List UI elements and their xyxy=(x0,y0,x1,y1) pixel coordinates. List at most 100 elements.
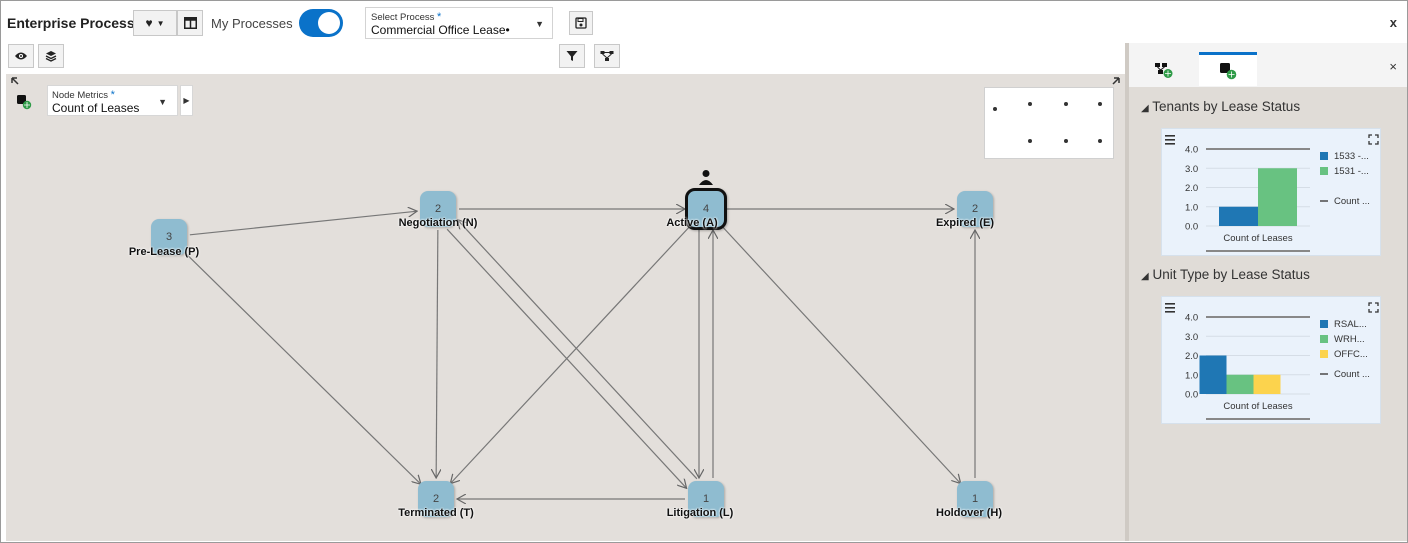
node-metrics-icon xyxy=(1220,62,1237,79)
bar-0[interactable] xyxy=(1199,355,1227,395)
minimap-dot xyxy=(1028,102,1032,106)
y-tick-label: 2.0 xyxy=(1185,183,1198,194)
favorites-button[interactable]: ♥ ▼ xyxy=(133,10,177,36)
legend-swatch xyxy=(1320,152,1328,160)
caret-down-icon: ▼ xyxy=(158,97,167,107)
edge-A-H[interactable] xyxy=(719,223,960,483)
graph-edges xyxy=(11,77,1120,541)
x-axis-label: Count of Leases xyxy=(1223,233,1292,244)
chevron-down-icon: ▼ xyxy=(156,18,165,28)
expand-corner-icon xyxy=(1112,77,1120,85)
minimap-dot xyxy=(1064,139,1068,143)
side-panel-close-button[interactable]: × xyxy=(1389,59,1397,74)
tab-node-metrics[interactable] xyxy=(1199,52,1257,86)
collapse-triangle-icon: ◢ xyxy=(1141,103,1149,114)
user-icon xyxy=(698,169,714,190)
diagram-button[interactable] xyxy=(594,44,620,68)
unit-type-chart[interactable]: 4.0 3.0 2.0 1.0 0.0 Count of Leases RSAL... WRH… xyxy=(1161,296,1381,424)
caret-right-icon: ▶ xyxy=(183,96,190,105)
eye-icon xyxy=(15,52,27,60)
edge-P-T[interactable] xyxy=(183,251,421,485)
collapse-corner-icon xyxy=(11,77,19,85)
layers-button[interactable] xyxy=(38,44,64,68)
diagram-icon xyxy=(600,51,614,61)
y-tick-label: 0.0 xyxy=(1185,390,1198,401)
node-label: Litigation (L) xyxy=(666,507,734,519)
caret-down-icon: ▼ xyxy=(535,19,544,29)
fullscreen-icon[interactable] xyxy=(1368,134,1379,145)
legend-label[interactable]: 1531 -... xyxy=(1334,166,1369,177)
my-processes-label: My Processes xyxy=(211,16,293,31)
view-button[interactable] xyxy=(8,44,34,68)
chart-menu-icon[interactable] xyxy=(1165,303,1175,313)
section-tenants-title[interactable]: ◢ Tenants by Lease Status xyxy=(1141,99,1300,114)
legend-swatch xyxy=(1320,335,1328,343)
bar-2[interactable] xyxy=(1253,374,1281,394)
y-tick-label: 2.0 xyxy=(1185,351,1198,362)
fullscreen-icon[interactable] xyxy=(1368,302,1379,313)
legend-line-label[interactable]: Count ... xyxy=(1334,196,1370,207)
node-label: Terminated (T) xyxy=(398,507,474,519)
legend-label[interactable]: OFFC... xyxy=(1334,349,1368,360)
graph-minimap[interactable] xyxy=(984,87,1114,159)
y-tick-label: 3.0 xyxy=(1185,164,1198,175)
process-select-label: Select Process xyxy=(371,12,435,23)
edge-L-N[interactable] xyxy=(457,220,698,480)
process-select-label-row: Select Process * xyxy=(371,11,441,23)
layout-button[interactable] xyxy=(177,10,203,36)
minimap-dot xyxy=(1028,139,1032,143)
node-label: Expired (E) xyxy=(935,217,995,229)
tab-process-metrics[interactable] xyxy=(1135,53,1193,87)
process-graph-canvas[interactable]: Node Metrics * Count of Leases ▼ ▶ 3 Pre… xyxy=(6,74,1125,541)
node-metrics-label: Node Metrics xyxy=(52,90,108,101)
legend-label[interactable]: RSAL... xyxy=(1334,319,1367,330)
node-metrics-select[interactable]: Node Metrics * Count of Leases ▼ xyxy=(47,85,178,116)
legend-line-label[interactable]: Count ... xyxy=(1334,369,1370,380)
node-metrics-value: Count of Leases xyxy=(52,101,140,115)
y-tick-label: 0.0 xyxy=(1185,222,1198,233)
header-bar: Enterprise Process ♥ ▼ My Processes Sele… xyxy=(1,1,1407,43)
bar-0[interactable] xyxy=(1219,206,1258,226)
metric-node-icon xyxy=(16,94,32,115)
edge-P-N[interactable] xyxy=(189,211,417,236)
edge-N-T[interactable] xyxy=(436,229,438,478)
save-button[interactable] xyxy=(569,11,593,35)
bar-chart-svg: 4.0 3.0 2.0 1.0 0.0 Count of Leases RSAL... WRH… xyxy=(1165,302,1379,420)
process-select[interactable]: Select Process * Commercial Office Lease… xyxy=(365,7,553,39)
columns-icon xyxy=(183,17,197,29)
side-panel: × ◢ Tenants by Lease Status 4.0 3.0 2.0 1.0… xyxy=(1125,43,1407,541)
legend-label[interactable]: 1533 -... xyxy=(1334,151,1369,162)
bar-1[interactable] xyxy=(1226,374,1254,394)
collapse-triangle-icon: ◢ xyxy=(1141,271,1149,282)
filter-button[interactable] xyxy=(559,44,585,68)
legend-swatch xyxy=(1320,350,1328,358)
y-tick-label: 1.0 xyxy=(1185,370,1198,381)
minimap-dot xyxy=(1098,139,1102,143)
toggle-knob xyxy=(318,12,340,34)
chart-menu-icon[interactable] xyxy=(1165,135,1175,145)
window-close-button[interactable]: x xyxy=(1390,15,1397,30)
bar-1[interactable] xyxy=(1258,168,1297,226)
required-marker: * xyxy=(437,11,442,23)
y-tick-label: 4.0 xyxy=(1185,145,1198,156)
node-label: Pre-Lease (P) xyxy=(128,246,200,258)
node-label: Negotiation (N) xyxy=(398,217,478,229)
section-title-text: Tenants by Lease Status xyxy=(1152,99,1301,114)
required-marker: * xyxy=(110,89,115,101)
y-tick-label: 1.0 xyxy=(1185,202,1198,213)
section-unit-type-title[interactable]: ◢ Unit Type by Lease Status xyxy=(1141,267,1310,282)
edge-A-T[interactable] xyxy=(450,223,693,483)
minimap-dot xyxy=(1098,102,1102,106)
canvas-toolbar xyxy=(1,43,1125,73)
expand-panel-button[interactable]: ▶ xyxy=(180,85,193,116)
filter-icon xyxy=(566,51,578,61)
my-processes-toggle[interactable] xyxy=(299,9,343,37)
side-panel-tabs: × xyxy=(1129,43,1407,87)
legend-label[interactable]: WRH... xyxy=(1334,334,1365,345)
tenants-chart[interactable]: 4.0 3.0 2.0 1.0 0.0 Count of Leases 1533 -... 1… xyxy=(1161,128,1381,256)
process-select-value: Commercial Office Lease• xyxy=(371,23,510,37)
section-title-text: Unit Type by Lease Status xyxy=(1152,267,1310,282)
legend-swatch xyxy=(1320,167,1328,175)
node-label: Active (A) xyxy=(666,217,718,229)
bar-chart-svg: 4.0 3.0 2.0 1.0 0.0 Count of Leases 1533 -... 1… xyxy=(1165,134,1379,252)
